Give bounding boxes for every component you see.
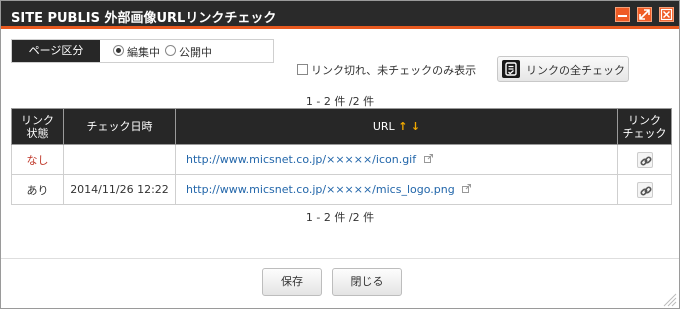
- row-check-cell: [617, 174, 672, 205]
- external-link-icon[interactable]: [423, 154, 433, 163]
- table-header-row: リンク 状態 チェック日時 URL ↑ ↓ リンク チェック: [11, 108, 672, 145]
- page-type-filter: ページ区分 編集中 公開中: [11, 39, 274, 63]
- link-check-dialog: SITE PUBLIS 外部画像URLリンクチェック ページ区分 編集中 公開中…: [0, 0, 680, 309]
- only-unchecked-checkbox[interactable]: [297, 64, 308, 75]
- sort-asc-icon[interactable]: ↑: [398, 120, 407, 133]
- title-bar[interactable]: SITE PUBLIS 外部画像URLリンクチェック: [1, 1, 679, 29]
- save-button[interactable]: 保存: [262, 268, 322, 296]
- pagination-count-bottom: 1 - 2 件 /2 件: [305, 211, 375, 224]
- sort-desc-icon[interactable]: ↓: [411, 120, 420, 133]
- header-status-line1: リンク: [21, 113, 54, 127]
- row-url-cell: http://www.micsnet.co.jp/×××××/icon.gif: [175, 144, 618, 175]
- header-check-line1: リンク: [628, 113, 661, 127]
- radio-published[interactable]: [165, 45, 176, 56]
- row-url-link[interactable]: http://www.micsnet.co.jp/×××××/mics_logo…: [186, 183, 455, 196]
- footer-divider: [1, 258, 679, 259]
- header-check-line2: チェック: [622, 126, 667, 140]
- close-button[interactable]: 閉じる: [332, 268, 402, 296]
- check-all-links-button[interactable]: リンクの全チェック: [497, 56, 629, 82]
- only-unchecked-label[interactable]: リンク切れ、未チェックのみ表示: [311, 62, 476, 78]
- row-checked-at: 2014/11/26 12:22: [63, 174, 176, 205]
- table-row: あり 2014/11/26 12:22 http://www.micsnet.c…: [11, 174, 672, 205]
- link-table: リンク 状態 チェック日時 URL ↑ ↓ リンク チェック なし http:/…: [11, 108, 672, 205]
- link-check-all-icon: [502, 60, 520, 78]
- link-check-icon[interactable]: [636, 181, 653, 198]
- dialog-title: SITE PUBLIS 外部画像URLリンクチェック: [11, 11, 277, 26]
- row-url-cell: http://www.micsnet.co.jp/×××××/mics_logo…: [175, 174, 618, 205]
- check-all-links-label: リンクの全チェック: [526, 64, 625, 77]
- table-row: なし http://www.micsnet.co.jp/×××××/icon.g…: [11, 144, 672, 175]
- row-status: なし: [11, 144, 64, 175]
- link-check-icon[interactable]: [636, 151, 653, 168]
- maximize-icon[interactable]: [637, 7, 652, 22]
- header-link-check: リンク チェック: [617, 108, 672, 145]
- row-check-cell: [617, 144, 672, 175]
- header-url-label: URL: [372, 120, 395, 133]
- header-url[interactable]: URL ↑ ↓: [175, 108, 618, 145]
- radio-published-label[interactable]: 公開中: [179, 44, 212, 60]
- page-type-label: ページ区分: [12, 40, 100, 62]
- radio-editing-label[interactable]: 編集中: [127, 44, 160, 60]
- header-status-line2: 状態: [26, 126, 49, 140]
- external-link-icon[interactable]: [462, 184, 472, 193]
- minimize-icon[interactable]: [615, 7, 630, 22]
- header-link-status: リンク 状態: [11, 108, 64, 145]
- row-checked-at: [63, 144, 176, 175]
- close-icon[interactable]: [659, 7, 674, 22]
- row-url-link[interactable]: http://www.micsnet.co.jp/×××××/icon.gif: [186, 153, 416, 166]
- resize-grip-icon[interactable]: [661, 291, 677, 307]
- row-status: あり: [11, 174, 64, 205]
- header-checked-at: チェック日時: [63, 108, 176, 145]
- radio-editing[interactable]: [113, 45, 124, 56]
- pagination-count-top: 1 - 2 件 /2 件: [305, 95, 375, 108]
